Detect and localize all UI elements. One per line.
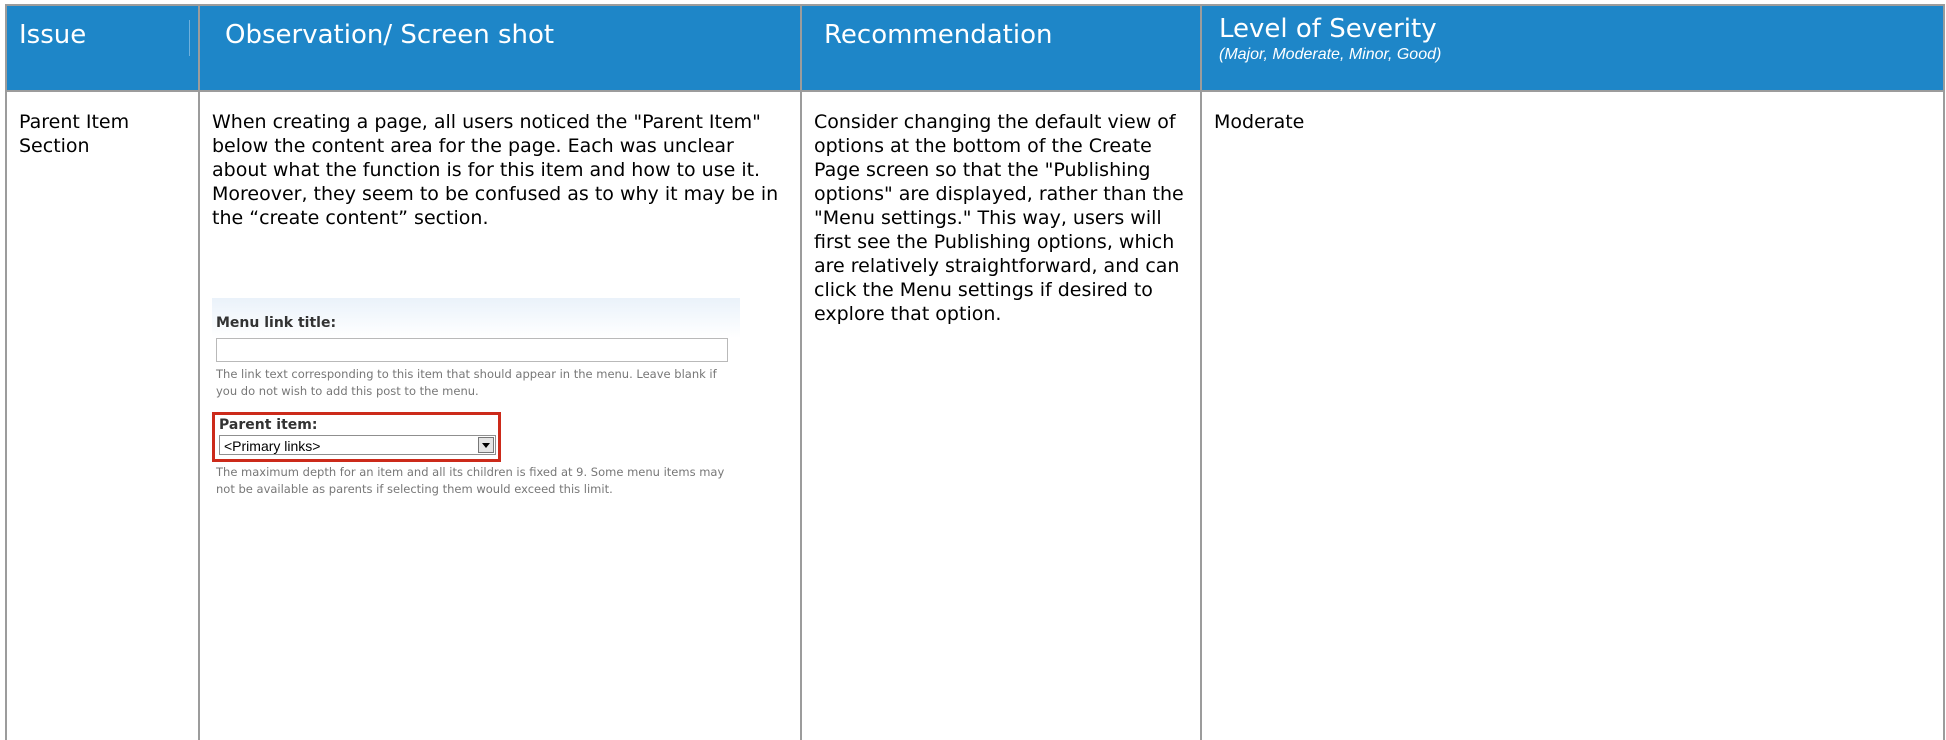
parent-item-value: <Primary links> [224,438,321,454]
severity-header: Level of Severity (Major, Moderate, Mino… [1200,4,1945,92]
severity-header-label: Level of Severity [1219,14,1437,44]
parent-item-select: <Primary links> [219,435,496,455]
issue-header: Issue [5,4,200,92]
header-row: Issue Observation/ Screen shot Recommend… [5,4,1945,92]
table-row: Parent Item Section When creating a page… [5,90,1945,740]
menu-link-title-label: Menu link title: [216,315,337,331]
observation-cell: When creating a page, all users noticed … [198,90,802,740]
chevron-down-icon [478,437,494,453]
severity-scale-note: (Major, Moderate, Minor, Good) [1219,46,1442,63]
recommendation-header: Recommendation [800,4,1202,92]
usability-findings-table: Issue Observation/ Screen shot Recommend… [0,0,1946,740]
menu-link-title-input [216,338,728,362]
parent-item-highlight: Parent item: <Primary links> [212,412,501,462]
severity-cell: Moderate [1200,90,1945,740]
observation-text: When creating a page, all users noticed … [212,111,779,229]
parent-item-label: Parent item: [219,417,318,433]
menu-link-help-text: The link text corresponding to this item… [216,367,717,398]
embedded-screenshot: Menu link title: The link text correspon… [212,298,740,496]
findings-table: Issue Observation/ Screen shot Recommend… [5,4,1945,740]
issue-header-label: Issue [19,20,190,56]
recommendation-cell: Consider changing the default view of op… [800,90,1202,740]
issue-cell: Parent Item Section [5,90,200,740]
parent-item-help-text: The maximum depth for an item and all it… [216,465,725,496]
observation-header: Observation/ Screen shot [198,4,802,92]
